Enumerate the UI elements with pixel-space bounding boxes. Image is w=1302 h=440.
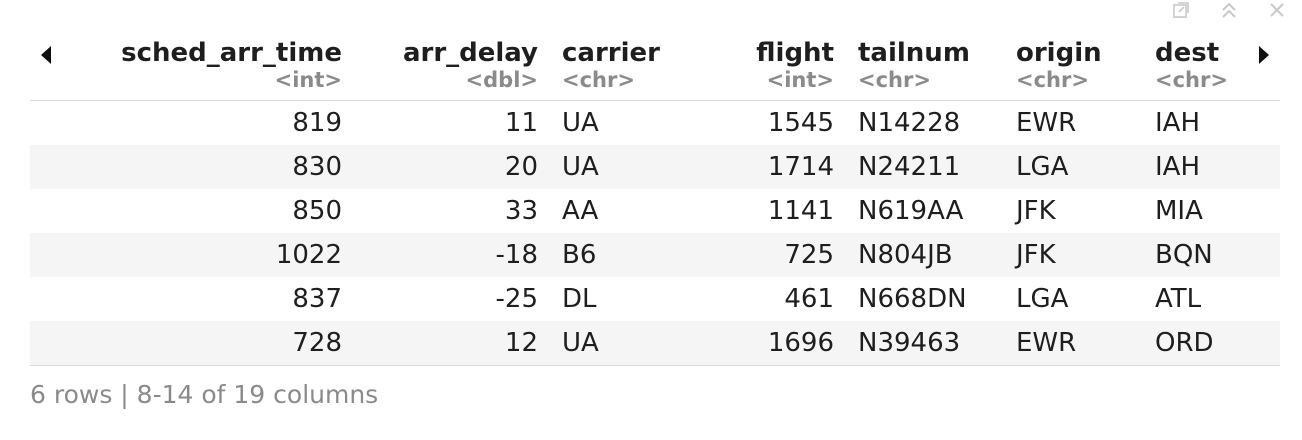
column-name: carrier bbox=[562, 38, 660, 68]
table-row: 728 12 UA 1696 N39463 EWR ORD bbox=[30, 321, 1280, 366]
table-cell: N39463 bbox=[842, 321, 1000, 366]
table-cell: B6 bbox=[546, 233, 726, 277]
data-table: sched_arr_time <int> arr_delay <dbl> car… bbox=[30, 26, 1280, 366]
table-cell: EWR bbox=[1016, 108, 1077, 138]
table-cell: UA bbox=[546, 145, 726, 189]
table-cell: 725 bbox=[726, 233, 842, 277]
table-cell: 33 bbox=[504, 196, 538, 226]
table-row: 1022 -18 B6 725 N804JB JFK BQN bbox=[30, 233, 1280, 277]
table-cell: 850 bbox=[292, 196, 342, 226]
table-cell: N668DN bbox=[858, 284, 967, 314]
column-header-carrier[interactable]: carrier <chr> bbox=[546, 26, 726, 101]
table-cell: N24211 bbox=[842, 145, 1000, 189]
column-name: dest bbox=[1155, 38, 1220, 68]
column-type: <int> bbox=[766, 68, 834, 92]
table-summary: 6 rows | 8-14 of 19 columns bbox=[30, 380, 379, 409]
table-row: 850 33 AA 1141 N619AA JFK MIA bbox=[30, 189, 1280, 233]
column-name: origin bbox=[1016, 38, 1102, 68]
table-cell: LGA bbox=[1000, 145, 1139, 189]
column-type: <chr> bbox=[1016, 68, 1089, 92]
table-cell: ORD bbox=[1139, 321, 1280, 366]
table-cell: 819 bbox=[292, 108, 342, 138]
column-name: flight bbox=[756, 38, 834, 68]
table-cell: 1714 bbox=[726, 145, 842, 189]
table-cell: N14228 bbox=[858, 108, 961, 138]
column-header-origin[interactable]: origin <chr> bbox=[1000, 26, 1139, 101]
table-cell: JFK bbox=[1000, 233, 1139, 277]
column-type: <dbl> bbox=[465, 68, 538, 92]
table-cell: 830 bbox=[30, 145, 350, 189]
column-name: arr_delay bbox=[402, 38, 538, 68]
table-row: 837 -25 DL 461 N668DN LGA ATL bbox=[30, 277, 1280, 321]
table-cell: 461 bbox=[784, 284, 834, 314]
table-cell: LGA bbox=[1016, 284, 1069, 314]
table-row: 830 20 UA 1714 N24211 LGA IAH bbox=[30, 145, 1280, 189]
table-cell: 1696 bbox=[726, 321, 842, 366]
column-header-arr-delay[interactable]: arr_delay <dbl> bbox=[350, 26, 546, 101]
table-cell: MIA bbox=[1155, 196, 1203, 226]
table-cell: 728 bbox=[30, 321, 350, 366]
table-cell: 20 bbox=[350, 145, 546, 189]
column-type: <chr> bbox=[858, 68, 931, 92]
data-table-container: sched_arr_time <int> arr_delay <dbl> car… bbox=[30, 26, 1280, 366]
table-cell: EWR bbox=[1000, 321, 1139, 366]
export-icon[interactable] bbox=[1168, 0, 1194, 20]
table-cell: 1545 bbox=[767, 108, 834, 138]
table-cell: UA bbox=[562, 108, 599, 138]
table-cell: 837 bbox=[292, 284, 342, 314]
table-cell: 1022 bbox=[30, 233, 350, 277]
table-cell: AA bbox=[562, 196, 599, 226]
table-cell: N619AA bbox=[858, 196, 964, 226]
column-name: sched_arr_time bbox=[121, 38, 342, 68]
collapse-icon[interactable] bbox=[1216, 0, 1242, 20]
table-cell: UA bbox=[546, 321, 726, 366]
column-type: <chr> bbox=[1155, 68, 1228, 92]
table-cell: 1141 bbox=[767, 196, 834, 226]
table-cell: DL bbox=[562, 284, 597, 314]
table-cell: IAH bbox=[1139, 145, 1280, 189]
table-cell: IAH bbox=[1155, 108, 1201, 138]
column-header-dest[interactable]: dest <chr> bbox=[1139, 26, 1280, 101]
header-row: sched_arr_time <int> arr_delay <dbl> car… bbox=[30, 26, 1280, 101]
table-cell: -25 bbox=[495, 284, 538, 314]
column-name: tailnum bbox=[858, 38, 970, 68]
table-cell: N804JB bbox=[842, 233, 1000, 277]
close-icon[interactable] bbox=[1264, 0, 1290, 20]
table-cell: -18 bbox=[350, 233, 546, 277]
column-type: <int> bbox=[274, 68, 342, 92]
table-cell: BQN bbox=[1139, 233, 1280, 277]
column-header-tailnum[interactable]: tailnum <chr> bbox=[842, 26, 1000, 101]
table-cell: JFK bbox=[1016, 196, 1056, 226]
table-cell: 12 bbox=[350, 321, 546, 366]
column-header-sched-arr-time[interactable]: sched_arr_time <int> bbox=[30, 26, 350, 101]
table-row: 819 11 UA 1545 N14228 EWR IAH bbox=[30, 101, 1280, 146]
viewer-toolbar bbox=[1168, 0, 1290, 20]
table-cell: 11 bbox=[504, 108, 538, 138]
column-type: <chr> bbox=[562, 68, 635, 92]
column-header-flight[interactable]: flight <int> bbox=[726, 26, 842, 101]
table-cell: ATL bbox=[1155, 284, 1202, 314]
